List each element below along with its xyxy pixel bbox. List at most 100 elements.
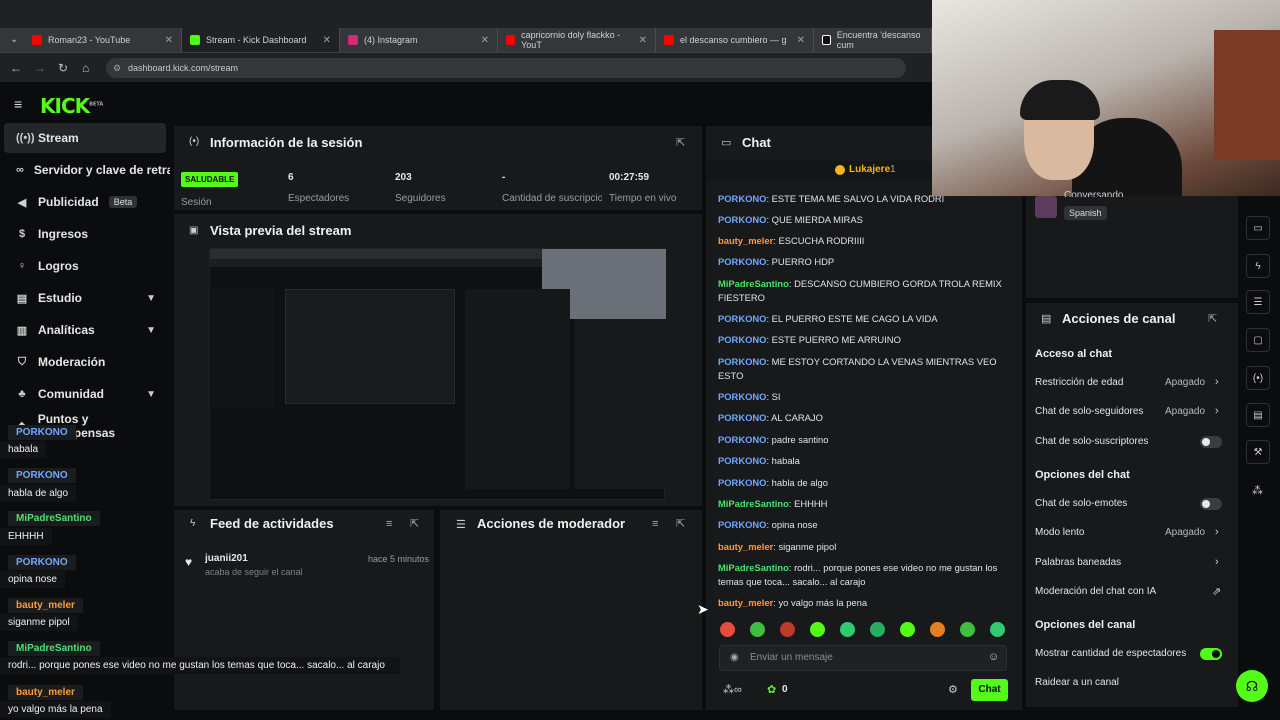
rail-bolt-icon[interactable]: ϟ <box>1246 254 1270 278</box>
chat-username[interactable]: PORKONO <box>718 313 766 324</box>
emote-icon[interactable] <box>840 622 855 637</box>
filter-icon[interactable]: ≡ <box>386 518 392 530</box>
close-tab-icon[interactable]: ✕ <box>323 35 331 46</box>
emote-icon[interactable] <box>870 622 885 637</box>
stream-preview-video[interactable] <box>209 248 666 500</box>
mouse-cursor-icon: ➤ <box>697 601 709 617</box>
emote-icon[interactable] <box>900 622 915 637</box>
chat-username[interactable]: PORKONO <box>718 434 766 445</box>
tab-list-chevron-icon[interactable]: ⌄ <box>10 34 18 45</box>
kick-logo[interactable]: KICKBETA <box>40 94 103 118</box>
rail-list-icon[interactable]: ☰ <box>1246 290 1270 314</box>
beta-badge: Beta <box>108 196 138 208</box>
pinned-user[interactable]: Lukajere <box>849 164 890 175</box>
activity-icon: ϟ <box>190 518 196 529</box>
raid-channel-label[interactable]: Raidear a un canal <box>1035 677 1119 688</box>
browser-tab-0[interactable]: Roman23 - YouTube ✕ <box>24 28 182 52</box>
emoji-icon[interactable]: ☺ <box>988 651 999 663</box>
subs-only-toggle[interactable] <box>1200 436 1222 448</box>
chat-username[interactable]: PORKONO <box>718 519 766 530</box>
sidebar-item-achievements[interactable]: ♀ Logros <box>4 251 166 281</box>
followers-only-value[interactable]: Apagado <box>1165 406 1205 417</box>
sidebar-item-studio[interactable]: ▤ Estudio ▼ <box>4 283 166 313</box>
settings-gear-icon[interactable]: ⚙ <box>948 683 958 696</box>
popout-icon[interactable]: ⇱ <box>410 517 419 530</box>
close-tab-icon[interactable]: ✕ <box>165 35 173 46</box>
emote-icon[interactable] <box>810 622 825 637</box>
ai-moderation-label[interactable]: Moderación del chat con IA <box>1035 586 1156 597</box>
chat-username[interactable]: PORKONO <box>718 356 766 367</box>
chevron-right-icon[interactable]: › <box>1215 526 1219 538</box>
age-restriction-value[interactable]: Apagado <box>1165 377 1205 388</box>
chat-username[interactable]: bauty_meler <box>718 597 773 608</box>
slow-mode-value[interactable]: Apagado <box>1165 527 1205 538</box>
reload-icon[interactable]: ↻ <box>58 61 68 75</box>
preview-title: Vista previa del stream <box>210 223 352 238</box>
sidebar-item-income[interactable]: $ Ingresos <box>4 219 166 249</box>
chat-username[interactable]: PORKONO <box>718 256 766 267</box>
chat-username[interactable]: PORKONO <box>718 193 766 204</box>
rail-tools-icon[interactable]: ⚒ <box>1246 440 1270 464</box>
chat-username[interactable]: PORKONO <box>718 455 766 466</box>
banned-words-label[interactable]: Palabras baneadas <box>1035 557 1121 568</box>
sidebar-item-stream[interactable]: ((•)) Stream <box>4 123 166 153</box>
hamburger-menu-icon[interactable]: ≡ <box>14 96 22 112</box>
emote-icon[interactable] <box>960 622 975 637</box>
chat-username[interactable]: bauty_meler <box>718 235 773 246</box>
emote-only-toggle[interactable] <box>1200 498 1222 510</box>
popout-icon[interactable]: ⇱ <box>676 517 685 530</box>
chat-input[interactable]: ◉ Enviar un mensaje ☺ <box>719 645 1007 671</box>
support-chat-button[interactable]: ☊ <box>1236 670 1268 702</box>
chat-username[interactable]: PORKONO <box>718 334 766 345</box>
rail-broadcast-icon[interactable]: (•) <box>1246 366 1270 390</box>
show-viewers-toggle[interactable] <box>1200 648 1222 660</box>
close-tab-icon[interactable]: ✕ <box>797 35 805 46</box>
rail-panel-icon[interactable]: ▤ <box>1246 403 1270 427</box>
sidebar-item-community[interactable]: ♣ Comunidad ▼ <box>4 379 166 409</box>
chat-username[interactable]: PORKONO <box>718 477 766 488</box>
popout-icon[interactable]: ⇱ <box>1208 312 1217 325</box>
browser-tab-1[interactable]: Stream - Kick Dashboard ✕ <box>182 28 340 52</box>
close-tab-icon[interactable]: ✕ <box>639 35 647 46</box>
emote-icon[interactable] <box>720 622 735 637</box>
external-link-icon[interactable]: ⇗ <box>1212 585 1221 598</box>
url-input[interactable]: ⚙ dashboard.kick.com/stream <box>106 58 906 78</box>
back-arrow-icon[interactable]: ← <box>10 61 22 75</box>
chat-username[interactable]: PORKONO <box>718 214 766 225</box>
rail-chat-icon[interactable]: ▢ <box>1246 328 1270 352</box>
chat-username[interactable]: MiPadreSantino <box>718 278 789 289</box>
forward-arrow-icon[interactable]: → <box>34 61 46 75</box>
sidebar-item-moderation[interactable]: ⛉ Moderación <box>4 347 166 377</box>
browser-tab-4[interactable]: el descanso cumbiero — g ✕ <box>656 28 814 52</box>
chevron-right-icon[interactable]: › <box>1215 376 1219 388</box>
chat-username[interactable]: MiPadreSantino <box>718 498 789 509</box>
rail-video-icon[interactable]: ▭ <box>1246 216 1270 240</box>
browser-tab-3[interactable]: capricornio doly flackko - YouT ✕ <box>498 28 656 52</box>
close-tab-icon[interactable]: ✕ <box>481 35 489 46</box>
browser-tab-2[interactable]: (4) Instagram ✕ <box>340 28 498 52</box>
chat-username[interactable]: MiPadreSantino <box>718 562 789 573</box>
browser-tab-5[interactable]: Encuentra 'descanso cum <box>814 28 932 52</box>
home-icon[interactable]: ⌂ <box>82 61 89 75</box>
filter-icon[interactable]: ≡ <box>652 518 658 530</box>
emote-icon[interactable] <box>930 622 945 637</box>
emote-icon[interactable] <box>990 622 1005 637</box>
activity-user[interactable]: juanii201 <box>205 553 248 564</box>
youtube-icon <box>506 35 516 45</box>
chat-message: PORKONO: SI <box>718 391 781 402</box>
chat-username[interactable]: bauty_meler <box>718 541 773 552</box>
popout-icon[interactable]: ⇱ <box>676 136 685 149</box>
chevron-right-icon[interactable]: › <box>1215 405 1219 417</box>
send-chat-button[interactable]: Chat <box>971 679 1008 701</box>
chat-username[interactable]: PORKONO <box>718 412 766 423</box>
site-info-icon[interactable]: ⚙ <box>113 58 121 78</box>
sidebar-item-ads[interactable]: ◀ Publicidad Beta <box>4 187 166 217</box>
viewers-link-icon[interactable]: ⁂∞ <box>723 683 742 696</box>
sidebar-item-analytics[interactable]: ▥ Analíticas ▼ <box>4 315 166 345</box>
sidebar-item-server-key[interactable]: ∞ Servidor y clave de retransmisión <box>4 155 170 185</box>
emote-icon[interactable] <box>780 622 795 637</box>
chevron-right-icon[interactable]: › <box>1215 556 1219 568</box>
rail-more-icon[interactable]: ⁂ <box>1252 484 1263 497</box>
emote-icon[interactable] <box>750 622 765 637</box>
chat-username[interactable]: PORKONO <box>718 391 766 402</box>
